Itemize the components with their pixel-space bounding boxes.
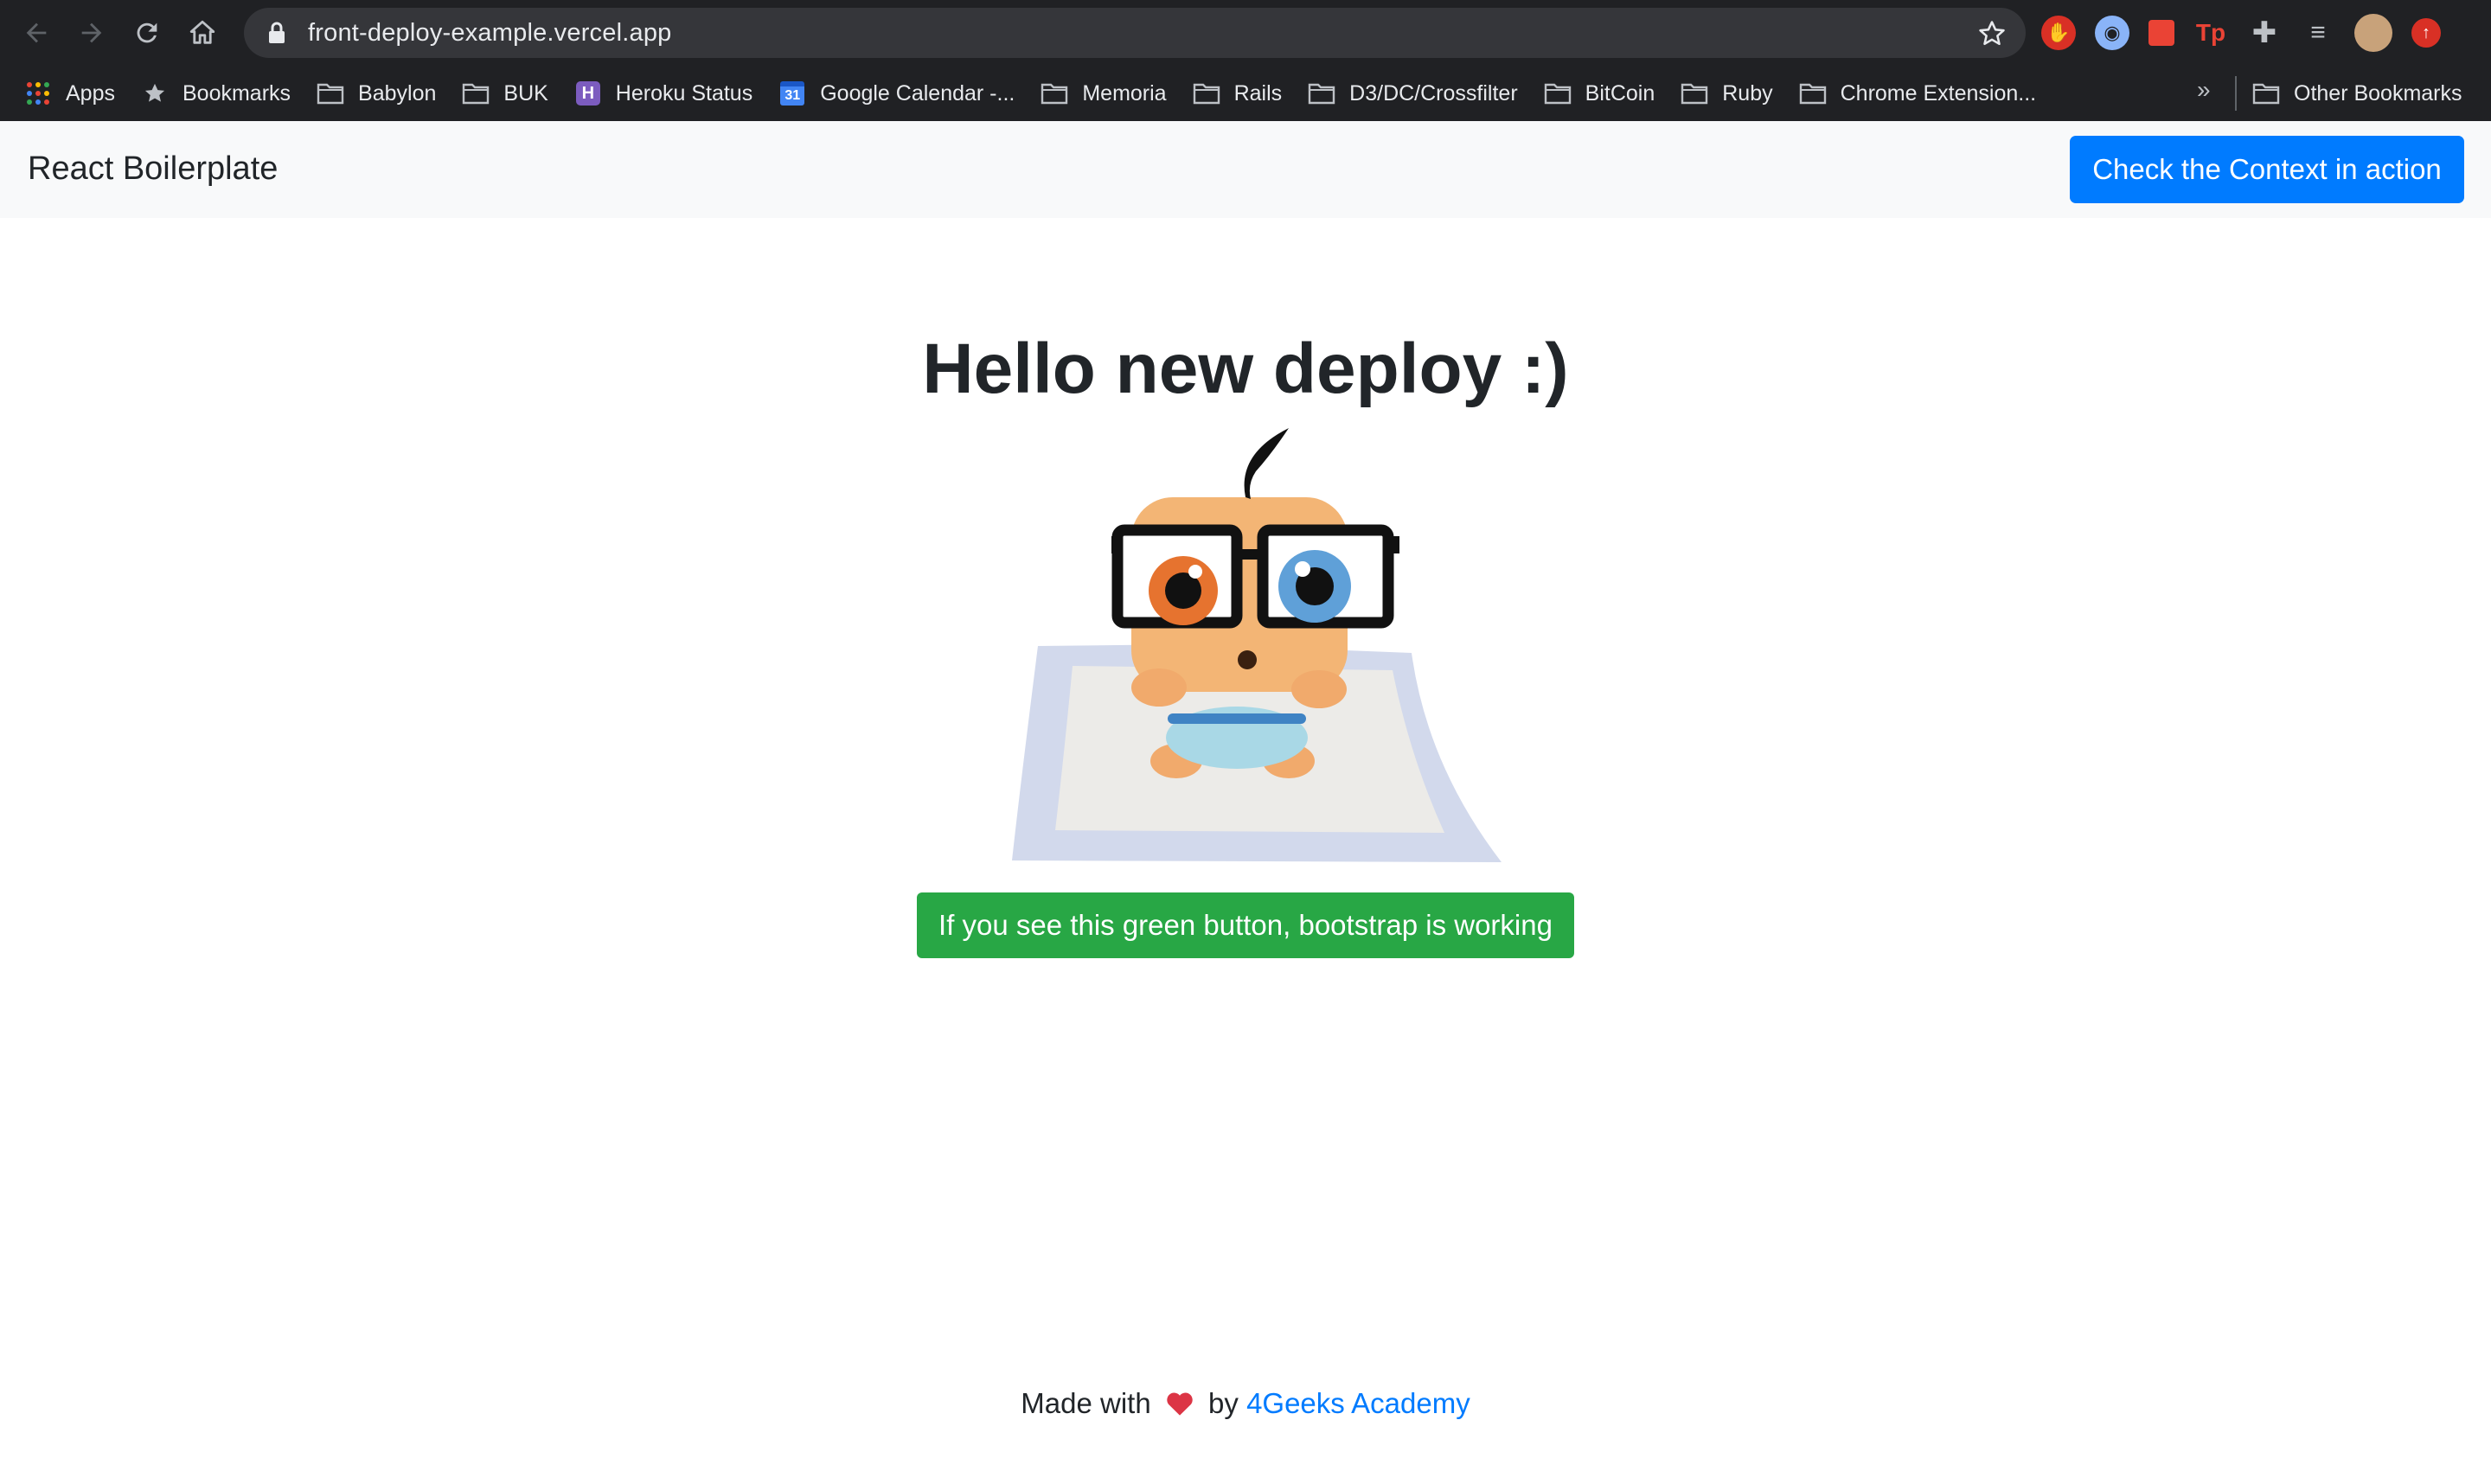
footer-made-with: Made with [1021,1387,1151,1419]
reload-button[interactable] [119,5,175,61]
bookmark-label: Memoria [1082,80,1167,106]
bookmark-label: Babylon [358,80,437,106]
forward-button[interactable] [64,5,119,61]
bookmark-label: BUK [503,80,548,106]
bookmark-label: Other Bookmarks [2294,80,2462,106]
puzzle-extensions-icon[interactable]: ✚ [2247,16,2282,50]
folder-icon [2252,81,2280,106]
bookmark-ruby[interactable]: Ruby [1681,73,1773,114]
update-icon[interactable]: ↑ [2411,18,2441,48]
browser-chrome: front-deploy-example.vercel.app ✋ ◉ Tp ✚… [0,0,2491,121]
bookmark-bookmarks[interactable]: Bookmarks [141,73,291,114]
url-text: front-deploy-example.vercel.app [308,18,672,47]
bookmark-label: Bookmarks [182,80,291,106]
bookmark-chrome-extension[interactable]: Chrome Extension... [1799,73,2037,114]
page-title: Hello new deploy :) [922,329,1569,408]
bookmark-label: Apps [66,80,115,106]
bookmark-label: Google Calendar -... [820,80,1015,106]
bookmarks-overflow-button[interactable]: » [2197,76,2211,104]
extensions-row: ✋ ◉ Tp ✚ ≡ ↑ [2041,9,2441,57]
bookmark-memoria[interactable]: Memoria [1041,73,1167,114]
bookmark-other-bookmarks[interactable]: Other Bookmarks [2252,73,2462,114]
profile-avatar[interactable] [2354,14,2392,52]
bookmarks-bar: Apps Bookmarks Babylon BUK H Heroku Stat… [0,66,2491,121]
tp-extension-icon[interactable]: Tp [2193,16,2228,50]
bookmarks-divider [2235,76,2237,111]
folder-icon [317,81,344,106]
bookmark-heroku-status[interactable]: H Heroku Status [574,73,752,114]
folder-icon [1681,81,1708,106]
folder-icon [1799,81,1827,106]
navbar: React Boilerplate Check the Context in a… [0,121,2491,218]
bookmark-label: BitCoin [1585,80,1655,106]
bookmark-babylon[interactable]: Babylon [317,73,436,114]
star-icon [141,81,169,106]
footer-by: by [1208,1387,1239,1419]
footer-4geeks-link[interactable]: 4Geeks Academy [1246,1387,1470,1419]
arrow-right-icon [81,22,102,43]
arrow-left-icon [26,22,47,43]
apps-grid-icon [24,81,52,106]
baby-nerd-illustration [1012,428,1502,862]
lock-icon [268,20,291,46]
folder-icon [1544,81,1572,106]
bookmark-label: Heroku Status [615,80,753,106]
bookmark-bitcoin[interactable]: BitCoin [1544,73,1655,114]
home-icon [189,20,215,44]
media-queue-icon[interactable]: ≡ [2301,16,2335,50]
home-button[interactable] [175,5,230,61]
bookmark-label: Ruby [1722,80,1773,106]
folder-icon [1193,81,1220,106]
bookmark-rails[interactable]: Rails [1193,73,1283,114]
bootstrap-test-button[interactable]: If you see this green button, bootstrap … [917,892,1574,958]
reload-icon [137,22,157,43]
address-bar[interactable]: front-deploy-example.vercel.app [244,8,2026,58]
bookmark-star-icon[interactable] [1977,19,2007,48]
bookmark-apps[interactable]: Apps [24,73,115,114]
calendar-icon: 31 [778,81,806,106]
bookmark-label: Chrome Extension... [1840,80,2037,106]
bookmark-buk[interactable]: BUK [462,73,548,114]
square-extension-icon[interactable] [2148,20,2174,46]
circle-extension-icon[interactable]: ◉ [2095,16,2129,50]
folder-icon [462,81,490,106]
folder-icon [1308,81,1335,106]
navbar-brand[interactable]: React Boilerplate [28,150,278,188]
heart-icon [1167,1392,1193,1416]
heroku-icon: H [574,81,602,106]
check-context-button[interactable]: Check the Context in action [2070,136,2464,203]
hand-extension-icon[interactable]: ✋ [2041,16,2076,50]
back-button[interactable] [9,5,64,61]
bookmark-google-calendar[interactable]: 31 Google Calendar -... [778,73,1015,114]
folder-icon [1041,81,1068,106]
bookmark-d3-dc-crossfilter[interactable]: D3/DC/Crossfilter [1308,73,1518,114]
bookmark-label: Rails [1233,80,1283,106]
footer: Made with by 4Geeks Academy [0,1387,2491,1420]
bookmark-label: D3/DC/Crossfilter [1349,80,1518,106]
